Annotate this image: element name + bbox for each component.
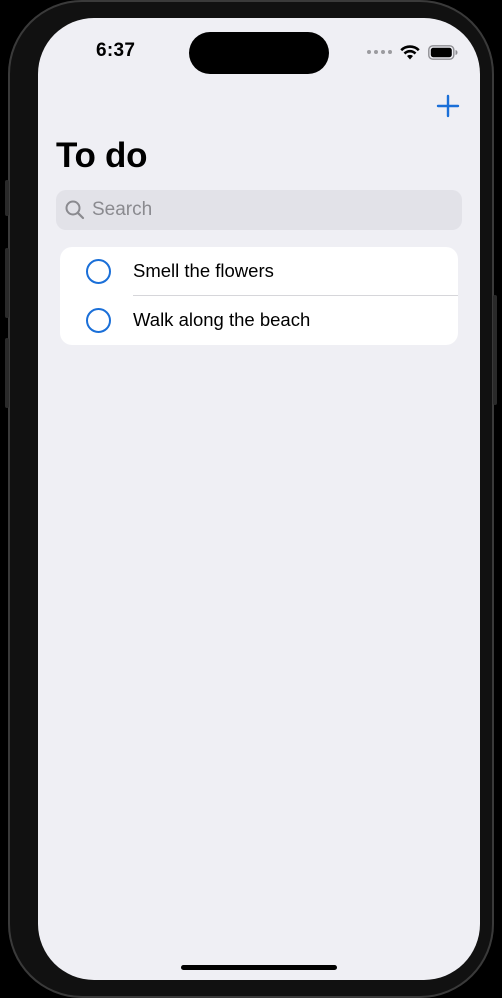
- cellular-signal-icon: [367, 50, 392, 54]
- search-bar[interactable]: [56, 190, 462, 230]
- volume-up-button: [5, 248, 9, 318]
- dynamic-island: [189, 32, 329, 74]
- todo-row[interactable]: Smell the flowers: [60, 247, 458, 296]
- checkbox-circle-icon[interactable]: [86, 259, 111, 284]
- todo-row[interactable]: Walk along the beach: [60, 296, 458, 345]
- screen: 6:37 To do Search Smell the flowers Walk…: [38, 18, 480, 980]
- search-icon: [65, 200, 85, 220]
- status-icons: [367, 42, 458, 62]
- battery-icon: [428, 44, 458, 60]
- plus-icon: [436, 94, 460, 118]
- page-title: To do: [56, 136, 148, 175]
- home-indicator[interactable]: [181, 965, 337, 970]
- search-input[interactable]: [92, 199, 432, 221]
- todo-list: Smell the flowers Walk along the beach: [60, 247, 458, 345]
- todo-label: Walk along the beach: [133, 309, 311, 330]
- todo-label: Smell the flowers: [133, 260, 274, 281]
- action-button: [5, 180, 9, 216]
- power-button: [493, 295, 497, 405]
- volume-down-button: [5, 338, 9, 408]
- checkbox-circle-icon[interactable]: [86, 308, 111, 333]
- add-button[interactable]: [434, 92, 462, 120]
- wifi-icon: [400, 44, 420, 59]
- status-time: 6:37: [96, 40, 136, 61]
- phone-frame: 6:37 To do Search Smell the flowers Walk…: [5, 0, 497, 998]
